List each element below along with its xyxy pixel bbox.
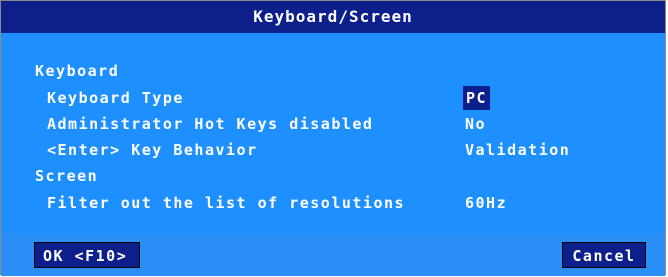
section-heading-screen: Screen (35, 167, 99, 185)
admin-hot-keys-label: Administrator Hot Keys disabled (47, 115, 374, 133)
keyboard-type-value[interactable]: PC (463, 86, 491, 110)
keyboard-type-label: Keyboard Type (47, 89, 184, 107)
filter-resolutions-label: Filter out the list of resolutions (47, 194, 406, 212)
admin-hot-keys-value[interactable]: No (465, 112, 486, 136)
enter-key-behavior-value[interactable]: Validation (465, 138, 570, 162)
dialog-footer: OK <F10> Cancel (1, 233, 665, 276)
filter-resolutions-value[interactable]: 60Hz (465, 191, 507, 215)
section-heading-keyboard: Keyboard (35, 62, 120, 80)
enter-key-behavior-label: <Enter> Key Behavior (47, 141, 258, 159)
settings-panel: Keyboard Keyboard Type PC Administrator … (1, 33, 665, 233)
keyboard-screen-dialog: Keyboard/Screen Keyboard Keyboard Type P… (0, 0, 666, 276)
cancel-button[interactable]: Cancel (562, 242, 646, 268)
ok-button[interactable]: OK <F10> (34, 242, 140, 268)
dialog-title: Keyboard/Screen (1, 1, 665, 33)
